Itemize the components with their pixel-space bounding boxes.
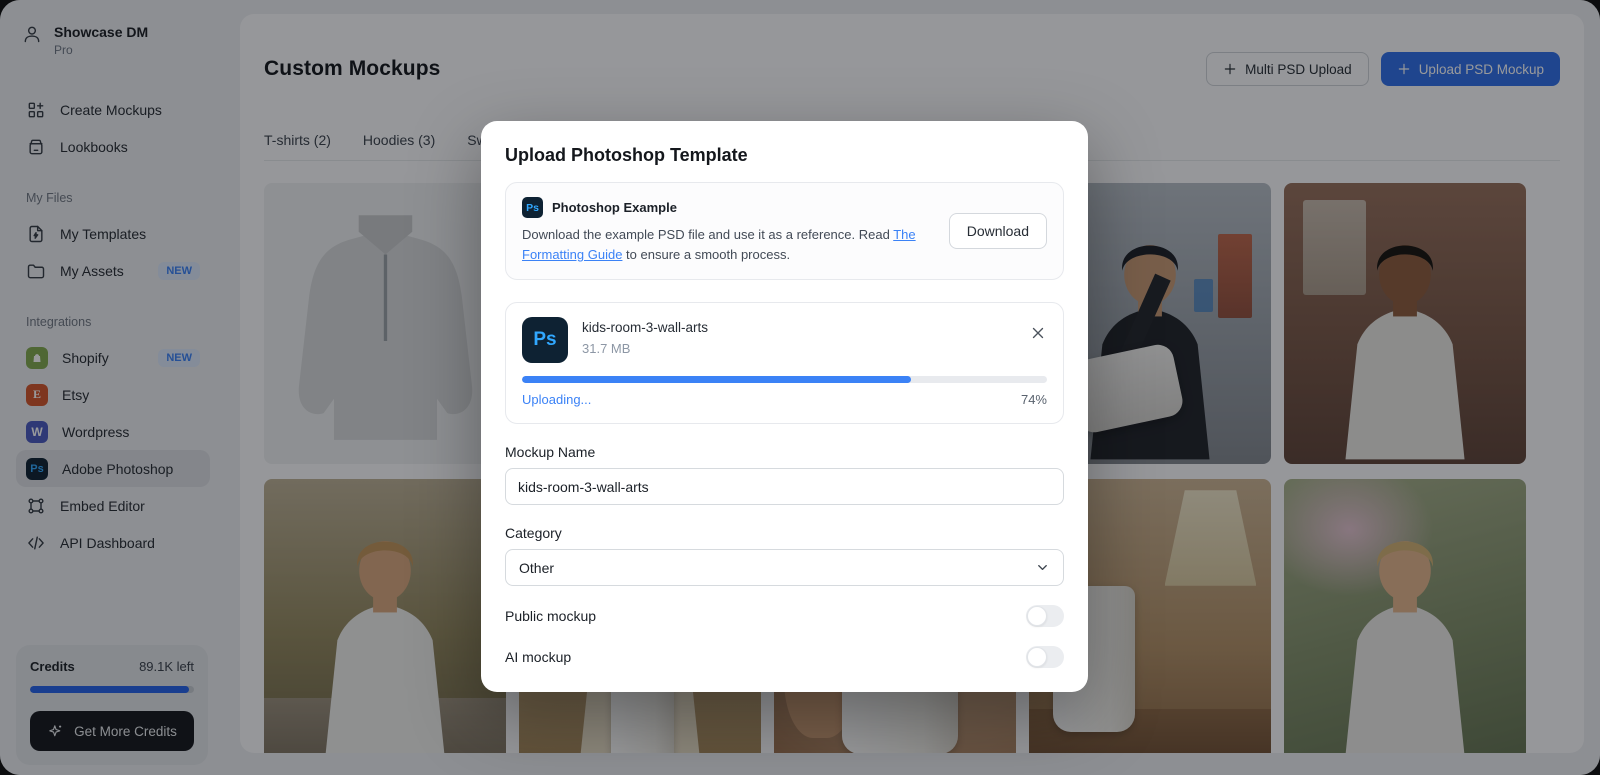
ai-mockup-toggle[interactable] bbox=[1026, 646, 1064, 669]
example-title: Photoshop Example bbox=[552, 200, 677, 215]
public-mockup-toggle[interactable] bbox=[1026, 605, 1064, 628]
example-description: Download the example PSD file and use it… bbox=[522, 225, 933, 265]
chevron-down-icon bbox=[1038, 565, 1047, 571]
app-window: Showcase DM Pro Create Mockups Lookbooks… bbox=[0, 0, 1600, 775]
modal-title: Upload Photoshop Template bbox=[505, 145, 748, 165]
upload-filename: kids-room-3-wall-arts bbox=[582, 320, 709, 336]
photoshop-example-card: Ps Photoshop Example Download the exampl… bbox=[505, 182, 1064, 281]
public-mockup-row: Public mockup bbox=[505, 605, 1064, 628]
mockup-name-label: Mockup Name bbox=[505, 444, 596, 461]
example-desc-text: Download the example PSD file and use it… bbox=[522, 227, 890, 242]
mockup-name-input[interactable] bbox=[505, 468, 1064, 506]
category-value: Other bbox=[519, 559, 555, 576]
upload-photoshop-template-modal: Upload Photoshop Template Ps Photoshop E… bbox=[481, 121, 1088, 693]
upload-filesize: 31.7 MB bbox=[582, 341, 631, 357]
upload-progress-track bbox=[522, 376, 1047, 384]
download-button[interactable]: Download bbox=[948, 213, 1047, 250]
upload-file-card: Ps kids-room-3-wall-arts 31.7 MB Uploadi… bbox=[505, 302, 1064, 425]
upload-status: Uploading... bbox=[522, 392, 592, 408]
category-label: Category bbox=[505, 525, 562, 542]
upload-progress-fill bbox=[522, 376, 911, 384]
public-mockup-label: Public mockup bbox=[505, 608, 597, 625]
upload-percent: 74% bbox=[1020, 392, 1047, 408]
ai-mockup-label: AI mockup bbox=[505, 649, 572, 666]
close-icon[interactable] bbox=[1029, 324, 1047, 342]
example-desc-text: to ensure a smooth process. bbox=[622, 247, 791, 263]
category-select[interactable]: Other bbox=[505, 549, 1064, 587]
photoshop-icon: Ps bbox=[522, 197, 543, 218]
ai-mockup-row: AI mockup bbox=[505, 646, 1064, 669]
photoshop-file-icon: Ps bbox=[522, 317, 568, 364]
